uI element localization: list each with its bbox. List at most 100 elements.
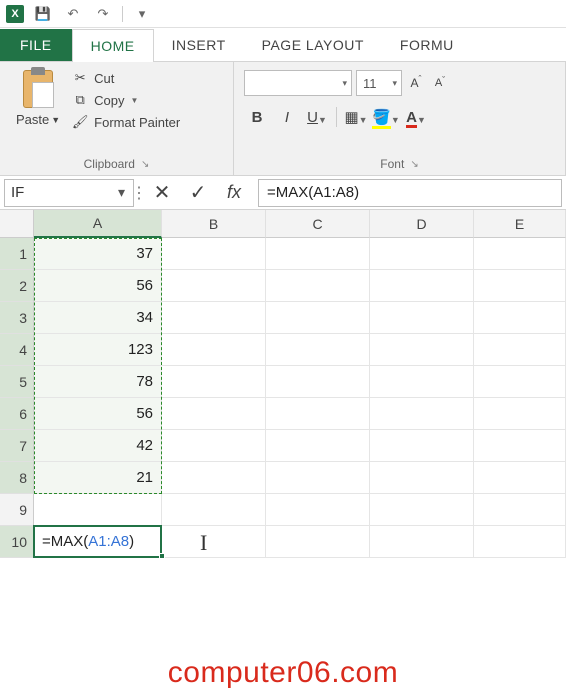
cell[interactable] (34, 494, 162, 526)
bold-button[interactable]: B (244, 104, 270, 130)
cell[interactable]: 37 (34, 238, 162, 270)
cut-button[interactable]: ✂ Cut (72, 70, 180, 86)
spreadsheet-grid[interactable]: A B C D E 1372563344123578656742821910=M… (0, 210, 566, 558)
chevron-down-icon: ▾ (342, 78, 347, 89)
font-size-select[interactable]: 11 ▾ (356, 70, 402, 96)
row-header[interactable]: 3 (0, 302, 34, 334)
row-header[interactable]: 8 (0, 462, 34, 494)
fill-handle[interactable] (159, 553, 165, 559)
cell[interactable] (474, 398, 566, 430)
cell[interactable] (266, 430, 370, 462)
cell[interactable] (474, 494, 566, 526)
column-header-c[interactable]: C (266, 210, 370, 238)
tab-page-layout[interactable]: PAGE LAYOUT (244, 29, 382, 61)
font-family-select[interactable]: ▾ (244, 70, 352, 96)
cell[interactable] (266, 494, 370, 526)
cell[interactable] (370, 526, 474, 558)
cell[interactable] (162, 494, 266, 526)
insert-function-button[interactable]: fx (216, 179, 252, 207)
cell[interactable] (370, 430, 474, 462)
dialog-launcher-icon[interactable]: ↘ (141, 159, 149, 170)
row-header[interactable]: 9 (0, 494, 34, 526)
name-box[interactable]: IF ▾ (4, 179, 134, 207)
cell[interactable]: 56 (34, 270, 162, 302)
cell[interactable]: 123 (34, 334, 162, 366)
row-header[interactable]: 7 (0, 430, 34, 462)
customize-qat-icon[interactable]: ▾ (131, 4, 153, 24)
paste-button[interactable]: Paste▼ (10, 66, 66, 127)
cell[interactable] (474, 302, 566, 334)
dialog-launcher-icon[interactable]: ↘ (410, 159, 418, 170)
cell[interactable] (266, 526, 370, 558)
cell[interactable] (474, 238, 566, 270)
cell[interactable] (266, 334, 370, 366)
formula-input[interactable]: =MAX(A1:A8) (258, 179, 562, 207)
cell[interactable] (474, 526, 566, 558)
fill-color-button[interactable]: 🪣▼ (373, 104, 399, 130)
cell[interactable]: 56 (34, 398, 162, 430)
redo-icon[interactable]: ↷ (92, 4, 114, 24)
column-header-d[interactable]: D (370, 210, 474, 238)
cell[interactable] (266, 398, 370, 430)
enter-formula-button[interactable]: ✓ (180, 179, 216, 207)
cell[interactable] (370, 462, 474, 494)
increase-font-button[interactable]: Aˆ (406, 70, 426, 96)
row-header[interactable]: 1 (0, 238, 34, 270)
tab-file[interactable]: FILE (0, 29, 72, 61)
font-color-button[interactable]: A▼ (403, 104, 429, 130)
cell[interactable] (370, 398, 474, 430)
copy-button[interactable]: ⧉ Copy ▼ (72, 92, 180, 108)
borders-button[interactable]: ▦▼ (343, 104, 369, 130)
row-header[interactable]: 2 (0, 270, 34, 302)
group-font: ▾ 11 ▾ Aˆ Aˇ B I U▼ ▦▼ 🪣▼ A▼ (234, 62, 566, 175)
cell[interactable] (370, 366, 474, 398)
column-header-e[interactable]: E (474, 210, 566, 238)
cell[interactable] (162, 270, 266, 302)
cell[interactable] (162, 302, 266, 334)
cell[interactable] (266, 462, 370, 494)
cell[interactable] (266, 366, 370, 398)
select-all-corner[interactable] (0, 210, 34, 238)
undo-icon[interactable]: ↶ (62, 4, 84, 24)
cell[interactable] (266, 302, 370, 334)
cell[interactable]: 21 (34, 462, 162, 494)
cell[interactable] (370, 270, 474, 302)
column-header-a[interactable]: A (34, 210, 162, 238)
row-header[interactable]: 6 (0, 398, 34, 430)
cell[interactable] (162, 526, 266, 558)
cell[interactable]: =MAX(A1:A8) (34, 526, 162, 558)
cell[interactable]: 42 (34, 430, 162, 462)
cell[interactable] (370, 302, 474, 334)
decrease-font-button[interactable]: Aˇ (430, 70, 450, 96)
cell[interactable] (474, 334, 566, 366)
cell[interactable]: 78 (34, 366, 162, 398)
save-icon[interactable]: 💾 (32, 4, 54, 24)
row-header[interactable]: 5 (0, 366, 34, 398)
format-painter-button[interactable]: 🖌 Format Painter (72, 114, 180, 130)
cell[interactable] (474, 430, 566, 462)
cell[interactable] (370, 238, 474, 270)
tab-home[interactable]: HOME (72, 29, 154, 62)
cancel-formula-button[interactable]: ✕ (144, 179, 180, 207)
cell[interactable] (370, 494, 474, 526)
cell[interactable] (370, 334, 474, 366)
cell[interactable] (266, 238, 370, 270)
cell[interactable] (162, 462, 266, 494)
cell[interactable] (162, 334, 266, 366)
column-header-b[interactable]: B (162, 210, 266, 238)
cell[interactable] (162, 238, 266, 270)
tab-insert[interactable]: INSERT (154, 29, 244, 61)
cell[interactable] (266, 270, 370, 302)
cell[interactable] (474, 366, 566, 398)
cell[interactable] (474, 462, 566, 494)
cell[interactable] (162, 398, 266, 430)
cell[interactable]: 34 (34, 302, 162, 334)
row-header[interactable]: 10 (0, 526, 34, 558)
underline-button[interactable]: U▼ (304, 104, 330, 130)
row-header[interactable]: 4 (0, 334, 34, 366)
cell[interactable] (162, 430, 266, 462)
italic-button[interactable]: I (274, 104, 300, 130)
cell[interactable] (162, 366, 266, 398)
cell[interactable] (474, 270, 566, 302)
tab-formulas[interactable]: FORMU (382, 29, 472, 61)
